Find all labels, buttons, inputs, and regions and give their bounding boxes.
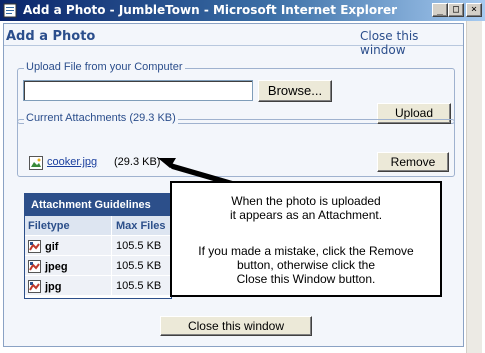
table-header-row: Filetype Max Files [25,216,171,236]
maxsize-value: 105.5 KB [111,276,171,296]
close-window-link[interactable]: Close this window [360,29,463,57]
file-path-input[interactable] [23,80,253,101]
filetype-value: jpeg [45,261,68,273]
vertical-scrollbar[interactable] [466,21,482,353]
callout-line: it appears as an Attachment. [229,208,383,222]
maxsize-value: 105.5 KB [111,256,171,276]
browser-content: Add a Photo Close this window Upload Fil… [0,21,485,353]
ie-page-icon [3,3,17,18]
callout-line: button, otherwise click the [236,258,376,272]
attachment-guidelines-table: Attachment Guidelines Filetype Max Files… [24,193,172,299]
filetype-value: gif [45,241,59,253]
browse-button[interactable]: Browse... [258,80,332,102]
callout-line: When the photo is uploaded [231,194,381,208]
panel-header: Add a Photo Close this window [4,24,463,57]
upload-legend: Upload File from your Computer [24,61,185,73]
table-row: gif 105.5 KB [25,236,171,256]
column-header-filetype: Filetype [28,220,70,232]
guidelines-title: Attachment Guidelines [25,194,171,216]
image-file-icon [28,260,41,273]
add-photo-panel: Add a Photo Close this window Upload Fil… [3,23,464,347]
filetype-value: jpg [45,281,62,293]
table-row: jpg 105.5 KB [25,276,171,296]
attachments-legend: Current Attachments (29.3 KB) [24,112,178,124]
close-window-button-footer[interactable]: Close this window [160,316,312,336]
maxsize-value: 105.5 KB [111,236,171,256]
image-file-icon [29,156,43,170]
close-window-button[interactable]: × [466,3,482,17]
instruction-callout: When the photo is uploaded it appears as… [170,181,442,297]
table-row: jpeg 105.5 KB [25,256,171,276]
attachment-link[interactable]: cooker.jpg [47,156,97,168]
minimize-button[interactable]: _ [432,3,448,17]
window-titlebar[interactable]: Add a Photo - JumbleTown - Microsoft Int… [0,0,485,21]
callout-line: If you made a mistake, click the Remove [198,244,414,258]
callout-line: Close this Window button. [236,272,376,286]
image-file-icon [28,240,41,253]
image-file-icon [28,280,41,293]
page-title: Add a Photo [6,29,96,44]
column-header-maxfiles: Max Files [111,216,171,236]
remove-button[interactable]: Remove [377,152,449,172]
window-title: Add a Photo - JumbleTown - Microsoft Int… [23,3,398,17]
maximize-button[interactable]: □ [448,3,464,17]
